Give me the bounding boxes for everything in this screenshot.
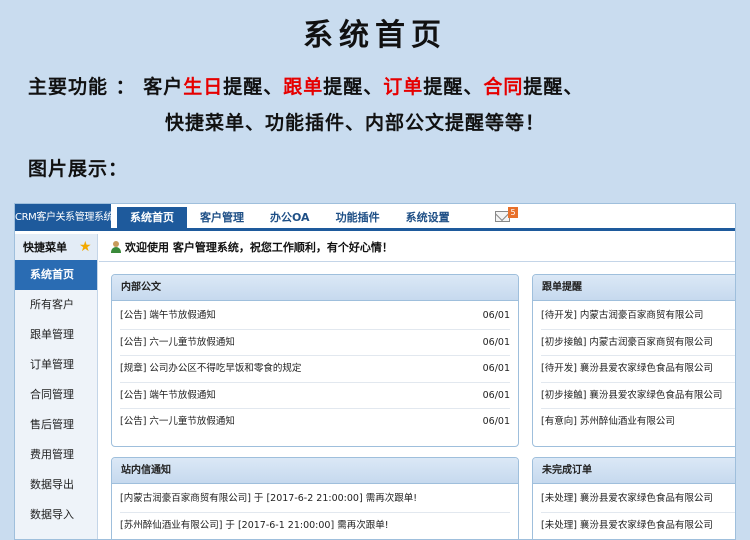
sidebar-item-home[interactable]: 系统首页	[15, 260, 97, 290]
sidebar-item-orders[interactable]: 订单管理	[15, 350, 97, 380]
screenshot-caption: 图片展示：	[28, 158, 129, 180]
intro-prefix: 主要功能 ： 客户	[28, 76, 184, 98]
doc-title[interactable]: [公告] 六一儿童节放假通知	[120, 330, 235, 356]
sidebar-item-contracts[interactable]: 合同管理	[15, 380, 97, 410]
star-icon[interactable]: ★	[79, 239, 92, 255]
tab-customers[interactable]: 客户管理	[187, 207, 257, 231]
doc-date: 06/01	[482, 416, 510, 427]
main-tabs: 系统首页 客户管理 办公OA 功能插件 系统设置	[117, 204, 463, 231]
list-item[interactable]: [未处理] 襄汾县爱农家绿色食品有限公司	[541, 486, 735, 513]
highlight-order: 订单	[383, 76, 424, 98]
list-item[interactable]: [公告] 六一儿童节放假通知 06/01	[120, 330, 510, 356]
app-brand: CRM客户关系管理系统	[15, 204, 111, 231]
list-item[interactable]: [初步接触] 襄汾县爱农家绿色食品有限公司	[541, 383, 735, 409]
doc-date: 06/01	[482, 363, 510, 374]
doc-date: 06/01	[482, 389, 510, 401]
doc-date: 06/01	[482, 310, 510, 321]
intro-reminder: 提醒、	[323, 76, 384, 98]
internal-docs-panel: 内部公文 [公告] 端午节放假通知 06/01 [公告] 六一儿童节放假通知 06/…	[111, 274, 519, 447]
crm-app-window: CRM客户关系管理系统 系统首页 客户管理 办公OA 功能插件 系统设置 5 快…	[14, 203, 736, 540]
doc-date: 06/01	[482, 336, 510, 348]
tab-plugins[interactable]: 功能插件	[323, 207, 393, 231]
tab-office-oa[interactable]: 办公OA	[257, 207, 323, 231]
list-item[interactable]: [待开发] 内蒙古润豪百家商贸有限公司	[541, 303, 735, 330]
followup-reminder-panel: 跟单提醒 [待开发] 内蒙古润豪百家商贸有限公司 [初步接触] 内蒙古润豪百家商…	[532, 274, 735, 447]
sidebar-item-followups[interactable]: 跟单管理	[15, 320, 97, 350]
doc-title[interactable]: [公告] 端午节放假通知	[120, 303, 216, 329]
pending-orders-panel: 未完成订单 [未处理] 襄汾县爱农家绿色食品有限公司 [未处理] 襄汾县爱农家绿…	[532, 457, 735, 540]
doc-title[interactable]: [公告] 端午节放假通知	[120, 383, 216, 409]
list-item[interactable]: [公告] 端午节放假通知 06/01	[120, 303, 510, 330]
tab-home[interactable]: 系统首页	[117, 207, 187, 231]
main-content: 欢迎使用 客户管理系统，祝您工作顺利，有个好心情！ 内部公文 [公告] 端午节放…	[99, 234, 735, 540]
highlight-contract: 合同	[483, 76, 524, 98]
top-navigation-bar: CRM客户关系管理系统 系统首页 客户管理 办公OA 功能插件 系统设置 5	[15, 204, 735, 231]
welcome-message: 欢迎使用 客户管理系统，祝您工作顺利，有个好心情！	[125, 241, 393, 254]
highlight-birthday: 生日	[183, 76, 224, 98]
user-icon	[111, 241, 121, 253]
panel-title: 内部公文	[112, 275, 518, 301]
list-item[interactable]: [未处理] 襄汾县爱农家绿色食品有限公司	[541, 513, 735, 540]
list-item[interactable]: [内蒙古润豪百家商贸有限公司] 于 [2017-6-2 21:00:00] 需再…	[120, 486, 510, 513]
panel-title: 未完成订单	[533, 458, 735, 484]
feature-intro-line-2: 快捷菜单、功能插件、内部公文提醒等等！	[165, 112, 546, 134]
feature-intro-line: 主要功能 ： 客户生日提醒、跟单提醒、订单提醒、合同提醒、	[28, 72, 583, 99]
sidebar-title: 快捷菜单	[23, 241, 67, 254]
sidebar-header: 快捷菜单 ★	[15, 234, 97, 260]
sidebar-item-after-sales[interactable]: 售后管理	[15, 410, 97, 440]
list-item[interactable]: [待开发] 襄汾县爱农家绿色食品有限公司	[541, 356, 735, 383]
welcome-bar: 欢迎使用 客户管理系统，祝您工作顺利，有个好心情！	[99, 234, 735, 262]
intro-reminder: 提醒、	[523, 76, 584, 98]
tab-settings[interactable]: 系统设置	[393, 207, 463, 231]
sidebar-item-all-customers[interactable]: 所有客户	[15, 290, 97, 320]
page-title: 系统首页	[303, 18, 447, 53]
list-item[interactable]: [公告] 端午节放假通知 06/01	[120, 383, 510, 409]
doc-title[interactable]: [规章] 公司办公区不得吃早饭和零食的规定	[120, 356, 301, 382]
panel-title: 跟单提醒	[533, 275, 735, 301]
sidebar-item-import[interactable]: 数据导入	[15, 500, 97, 530]
list-item[interactable]: [有意向] 苏州醉仙酒业有限公司	[541, 409, 735, 436]
list-item[interactable]: [公告] 六一儿童节放假通知 06/01	[120, 409, 510, 436]
sidebar: 快捷菜单 ★ 系统首页 所有客户 跟单管理 订单管理 合同管理 售后管理 费用管…	[15, 234, 98, 539]
doc-title[interactable]: [公告] 六一儿童节放假通知	[120, 409, 235, 436]
list-item[interactable]: [苏州醉仙酒业有限公司] 于 [2017-6-1 21:00:00] 需再次跟单…	[120, 513, 510, 540]
sidebar-item-expenses[interactable]: 费用管理	[15, 440, 97, 470]
mail-count-badge: 5	[508, 207, 518, 218]
intro-reminder: 提醒、	[423, 76, 484, 98]
sidebar-item-export[interactable]: 数据导出	[15, 470, 97, 500]
site-messages-panel: 站内信通知 [内蒙古润豪百家商贸有限公司] 于 [2017-6-2 21:00:…	[111, 457, 519, 540]
panel-title: 站内信通知	[112, 458, 518, 484]
highlight-followup: 跟单	[283, 76, 324, 98]
intro-reminder: 提醒、	[223, 76, 284, 98]
list-item[interactable]: [规章] 公司办公区不得吃早饭和零食的规定 06/01	[120, 356, 510, 383]
list-item[interactable]: [初步接触] 内蒙古润豪百家商贸有限公司	[541, 330, 735, 356]
